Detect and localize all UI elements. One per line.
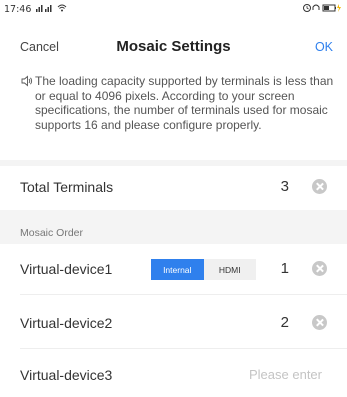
virtual-device3-row[interactable]: Virtual-device3 Please enter (0, 354, 347, 396)
status-right-icons (303, 3, 343, 16)
device-label: Virtual-device1 (20, 261, 113, 277)
device-order-value[interactable]: 1 (281, 260, 289, 277)
status-bar: 17:46 (0, 0, 347, 22)
device-label: Virtual-device2 (20, 315, 113, 331)
ok-button[interactable]: OK (315, 40, 333, 54)
source-option-hdmi[interactable]: HDMI (203, 259, 256, 280)
signal-icon (36, 3, 76, 16)
mosaic-order-label: Mosaic Order (20, 227, 84, 239)
notice-text: The loading capacity supported by termin… (35, 74, 334, 132)
total-terminals-row[interactable]: Total Terminals 3 (0, 166, 347, 208)
clear-icon[interactable] (312, 179, 327, 194)
divider (20, 348, 347, 349)
device-order-input[interactable]: Please enter (249, 367, 322, 382)
header-bar: Cancel Mosaic Settings OK (0, 34, 347, 60)
signal-wifi-icon (36, 4, 67, 12)
device-order-value[interactable]: 2 (281, 314, 289, 331)
virtual-device1-row[interactable]: Virtual-device1 Internal HDMI 1 (0, 248, 347, 290)
source-toggle[interactable]: Internal HDMI (151, 259, 256, 280)
page-title: Mosaic Settings (116, 38, 231, 55)
capacity-notice: The loading capacity supported by termin… (21, 74, 334, 132)
clear-icon[interactable] (312, 315, 327, 330)
alarm-headset-battery-icon (303, 4, 341, 12)
speaker-icon (21, 75, 33, 87)
total-terminals-value[interactable]: 3 (281, 178, 289, 195)
virtual-device2-row[interactable]: Virtual-device2 2 (0, 302, 347, 344)
clear-icon[interactable] (312, 261, 327, 276)
total-terminals-label: Total Terminals (20, 179, 114, 195)
device-label: Virtual-device3 (20, 367, 113, 383)
divider (20, 294, 347, 295)
source-option-internal[interactable]: Internal (151, 259, 204, 280)
status-time: 17:46 (4, 4, 32, 15)
